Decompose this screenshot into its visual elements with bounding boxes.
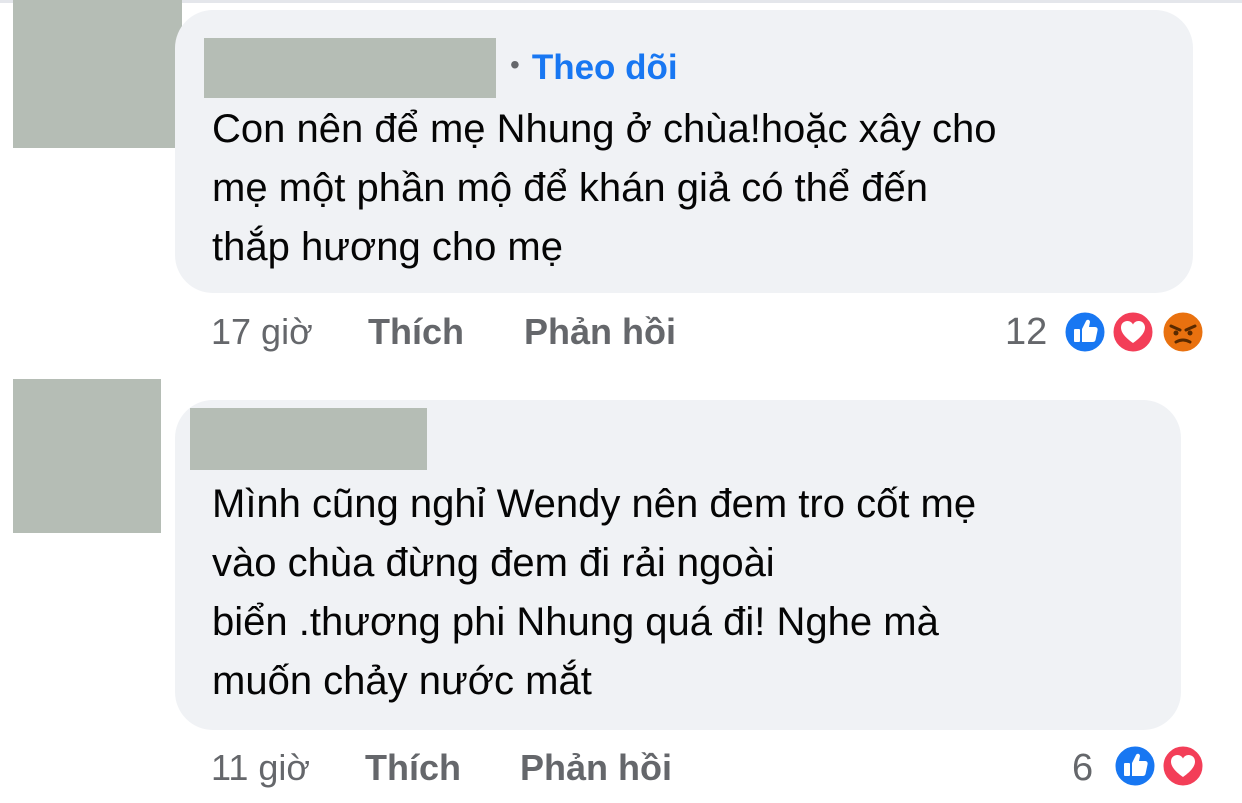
like-reaction-icon[interactable] — [1112, 743, 1158, 789]
love-reaction-icon[interactable] — [1160, 743, 1206, 789]
reaction-count[interactable]: 6 — [1072, 748, 1093, 788]
reply-button[interactable]: Phản hồi — [520, 748, 672, 788]
comment-timestamp[interactable]: 17 giờ — [211, 312, 313, 352]
comment-line: mẹ một phần mộ để khán giả có thể đến — [212, 166, 929, 210]
comment-timestamp[interactable]: 11 giờ — [211, 748, 310, 788]
love-reaction-icon[interactable] — [1110, 309, 1156, 355]
angry-reaction-icon[interactable] — [1160, 309, 1206, 355]
comment-line: Con nên để mẹ Nhung ở chùa!hoặc xây cho — [212, 107, 997, 151]
comment-line: muốn chảy nước mắt — [212, 659, 592, 703]
reply-button[interactable]: Phản hồi — [524, 312, 676, 352]
reaction-count[interactable]: 12 — [1005, 312, 1047, 352]
commenter-name-redacted[interactable] — [190, 408, 427, 470]
follow-label[interactable]: Theo dõi — [532, 48, 678, 87]
comment-line: Mình cũng nghỉ Wendy nên đem tro cốt mẹ — [212, 482, 977, 526]
like-button[interactable]: Thích — [368, 312, 464, 352]
like-reaction-icon[interactable] — [1062, 309, 1108, 355]
like-button[interactable]: Thích — [365, 748, 461, 788]
top-divider — [0, 0, 1242, 3]
separator-dot: • — [510, 49, 520, 80]
avatar-redacted[interactable] — [13, 379, 161, 533]
comment-line: biển .thương phi Nhung quá đi! Nghe mà — [212, 600, 939, 644]
comment-text: Mình cũng nghỉ Wendy nên đem tro cốt mẹ … — [212, 475, 976, 711]
comment-line: vào chùa đừng đem đi rải ngoài — [212, 541, 775, 585]
comment-line: thắp hương cho mẹ — [212, 225, 563, 269]
follow-link[interactable]: • Theo dõi — [510, 48, 678, 90]
comment-text: Con nên để mẹ Nhung ở chùa!hoặc xây cho … — [212, 100, 997, 277]
commenter-name-redacted[interactable] — [204, 38, 496, 98]
avatar-redacted[interactable] — [13, 0, 182, 148]
